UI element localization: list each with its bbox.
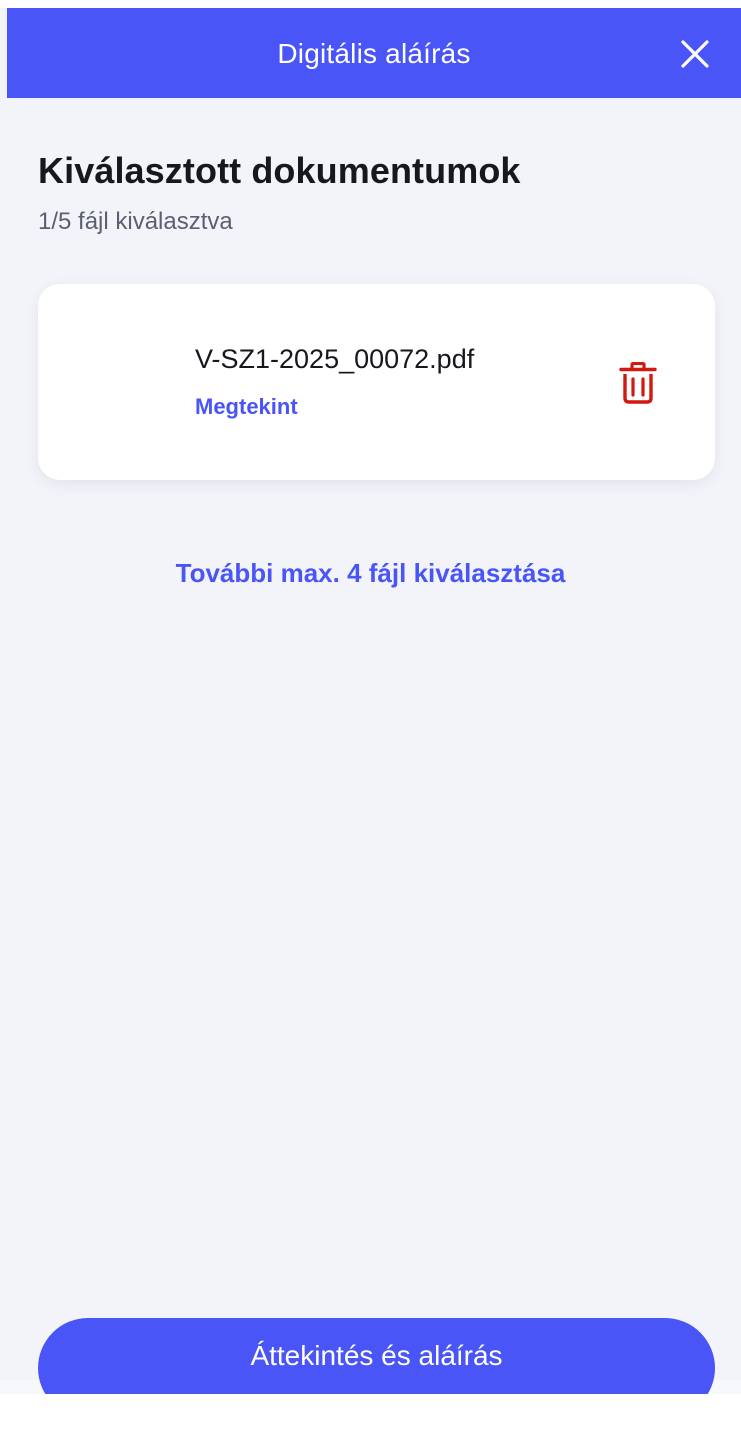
add-more-files-link[interactable]: További max. 4 fájl kiválasztása	[0, 558, 741, 589]
file-card: V-SZ1-2025_00072.pdf Megtekint	[38, 284, 715, 480]
view-link[interactable]: Megtekint	[195, 394, 298, 420]
file-name: V-SZ1-2025_00072.pdf	[195, 344, 475, 374]
close-button[interactable]	[675, 34, 715, 74]
header-title: Digitális aláírás	[277, 38, 471, 69]
close-icon	[681, 40, 709, 68]
status-strip	[0, 0, 741, 8]
delete-file-button[interactable]	[615, 360, 661, 406]
screen: Digitális aláírás Kiválasztott dokumentu…	[0, 0, 741, 1429]
trash-icon	[619, 362, 657, 404]
selection-count: 1/5 fájl kiválasztva	[38, 208, 233, 235]
page-title: Kiválasztott dokumentumok	[38, 150, 521, 191]
footer-cover	[0, 1394, 741, 1429]
header-bar: Digitális aláírás	[7, 8, 741, 98]
